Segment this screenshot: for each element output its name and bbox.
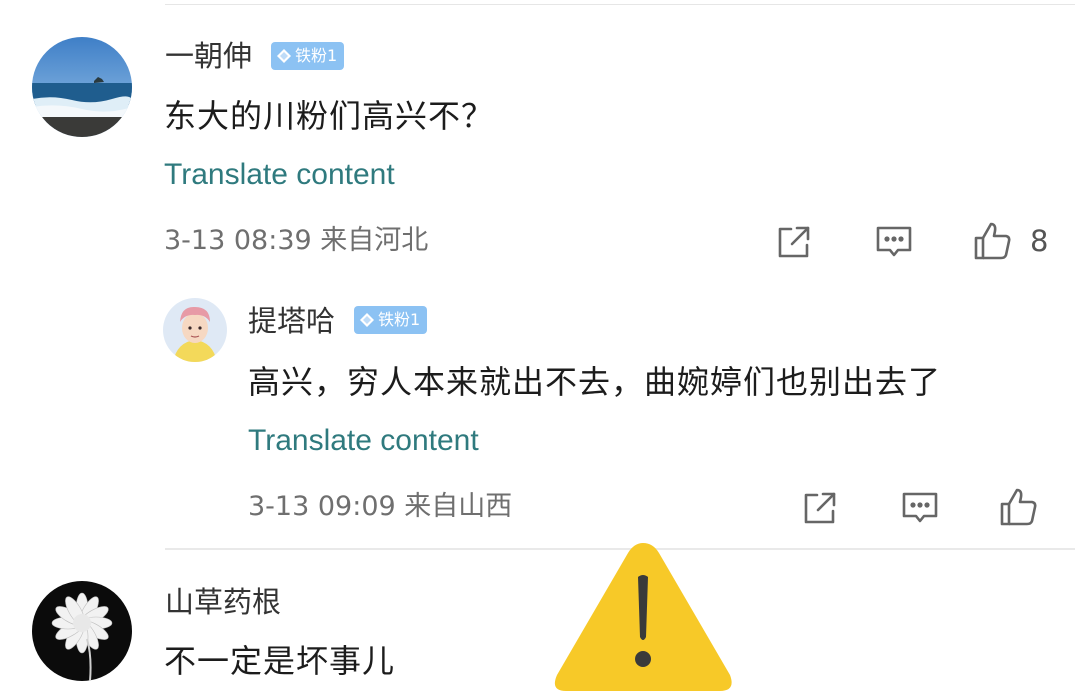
diamond-icon xyxy=(360,313,374,327)
comment-meta: 3-13 09:09 来自山西 xyxy=(248,491,513,522)
comment-text: 东大的川粉们高兴不？ xyxy=(164,97,495,135)
warning-icon xyxy=(554,543,732,691)
share-button[interactable] xyxy=(801,489,839,527)
comment-meta: 3-13 08:39 来自河北 xyxy=(164,225,429,256)
share-icon xyxy=(804,492,836,524)
share-icon xyxy=(778,226,810,258)
top-divider xyxy=(165,4,1075,5)
comment-icon xyxy=(902,492,938,523)
badge-label: 铁粉1 xyxy=(295,46,338,65)
thumbs-up-icon xyxy=(1000,488,1037,526)
translate-link[interactable]: Translate content xyxy=(164,160,395,190)
share-button[interactable] xyxy=(775,223,813,261)
avatar-anime-image xyxy=(163,298,227,362)
thumbs-up-icon xyxy=(974,222,1011,260)
comment-text: 高兴，穷人本来就出不去，曲婉婷们也别出去了 xyxy=(248,363,942,401)
diamond-icon xyxy=(277,49,291,63)
avatar-chrysanthemum-image xyxy=(32,581,132,681)
warning-overlay xyxy=(548,535,738,691)
comment-icon xyxy=(876,226,912,257)
fan-badge[interactable]: 铁粉1 xyxy=(271,42,345,70)
avatar[interactable] xyxy=(163,298,227,362)
fan-badge[interactable]: 铁粉1 xyxy=(354,306,428,334)
username[interactable]: 山草药根 xyxy=(165,588,281,617)
reply-button[interactable] xyxy=(901,489,939,527)
badge-label: 铁粉1 xyxy=(378,310,421,329)
like-button[interactable] xyxy=(972,220,1014,262)
avatar[interactable] xyxy=(32,581,132,681)
like-count: 8 xyxy=(1030,224,1049,258)
comment-text: 不一定是坏事儿 xyxy=(164,642,396,680)
username[interactable]: 一朝伸 xyxy=(165,42,252,71)
reply-button[interactable] xyxy=(875,223,913,261)
translate-link[interactable]: Translate content xyxy=(248,426,479,456)
avatar[interactable] xyxy=(32,37,132,137)
like-button[interactable] xyxy=(998,486,1040,528)
username[interactable]: 提塔哈 xyxy=(248,307,335,336)
avatar-beach-image xyxy=(32,37,132,137)
